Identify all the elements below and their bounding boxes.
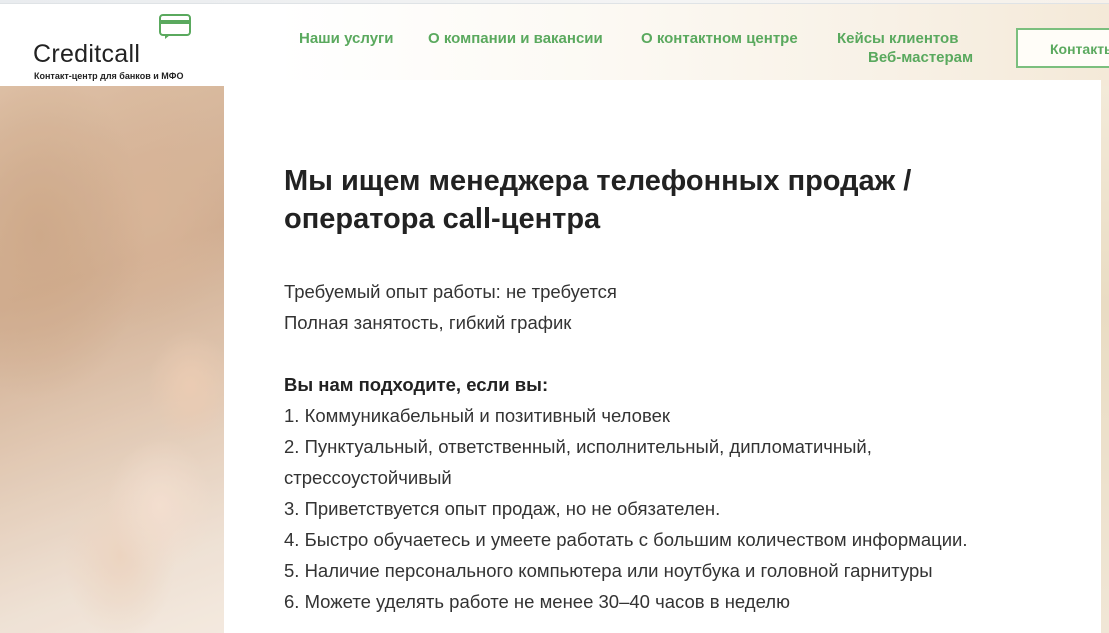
logo-text: Creditcall	[33, 40, 141, 68]
schedule-text: Полная занятость, гибкий график	[284, 312, 572, 333]
chat-card-icon	[159, 14, 191, 39]
logo[interactable]: Creditcall Контакт-центр для банков и МФ…	[33, 14, 203, 84]
nav-services[interactable]: Наши услуги	[299, 30, 394, 47]
requirement-item: 1. Коммуникабельный и позитивный человек	[284, 405, 670, 426]
contacts-button[interactable]: Контакты	[1016, 28, 1109, 68]
logo-subtitle: Контакт-центр для банков и МФО	[34, 71, 184, 81]
vacancy-title-line2: оператора call-центра	[284, 203, 601, 235]
hero-photo-edge	[1101, 86, 1109, 633]
requirement-item-continued: стрессоустойчивый	[284, 467, 452, 488]
nav-client-cases[interactable]: Кейсы клиентов	[837, 30, 958, 47]
hero-photo	[0, 86, 224, 633]
requirement-item: 6. Можете уделять работе не менее 30–40 …	[284, 591, 790, 612]
nav-contact-center[interactable]: О контактном центре	[641, 30, 798, 47]
requirement-item: 4. Быстро обучаетесь и умеете работать с…	[284, 529, 968, 550]
vacancy-content: Мы ищем менеджера телефонных продаж / оп…	[224, 80, 1101, 633]
nav-company-vacancies[interactable]: О компании и вакансии	[428, 30, 603, 47]
requirement-item: 3. Приветствуется опыт продаж, но не обя…	[284, 498, 721, 519]
requirements-heading: Вы нам подходите, если вы:	[284, 374, 549, 395]
vacancy-title-line1: Мы ищем менеджера телефонных продаж /	[284, 165, 912, 197]
requirement-item: 2. Пунктуальный, ответственный, исполнит…	[284, 436, 872, 457]
requirement-item: 5. Наличие персонального компьютера или …	[284, 560, 933, 581]
nav-webmasters[interactable]: Веб-мастерам	[868, 49, 973, 66]
vacancy-title: Мы ищем менеджера телефонных продаж / оп…	[284, 162, 1004, 238]
site-header: Creditcall Контакт-центр для банков и МФ…	[0, 4, 1109, 86]
experience-text: Требуемый опыт работы: не требуется	[284, 281, 617, 302]
